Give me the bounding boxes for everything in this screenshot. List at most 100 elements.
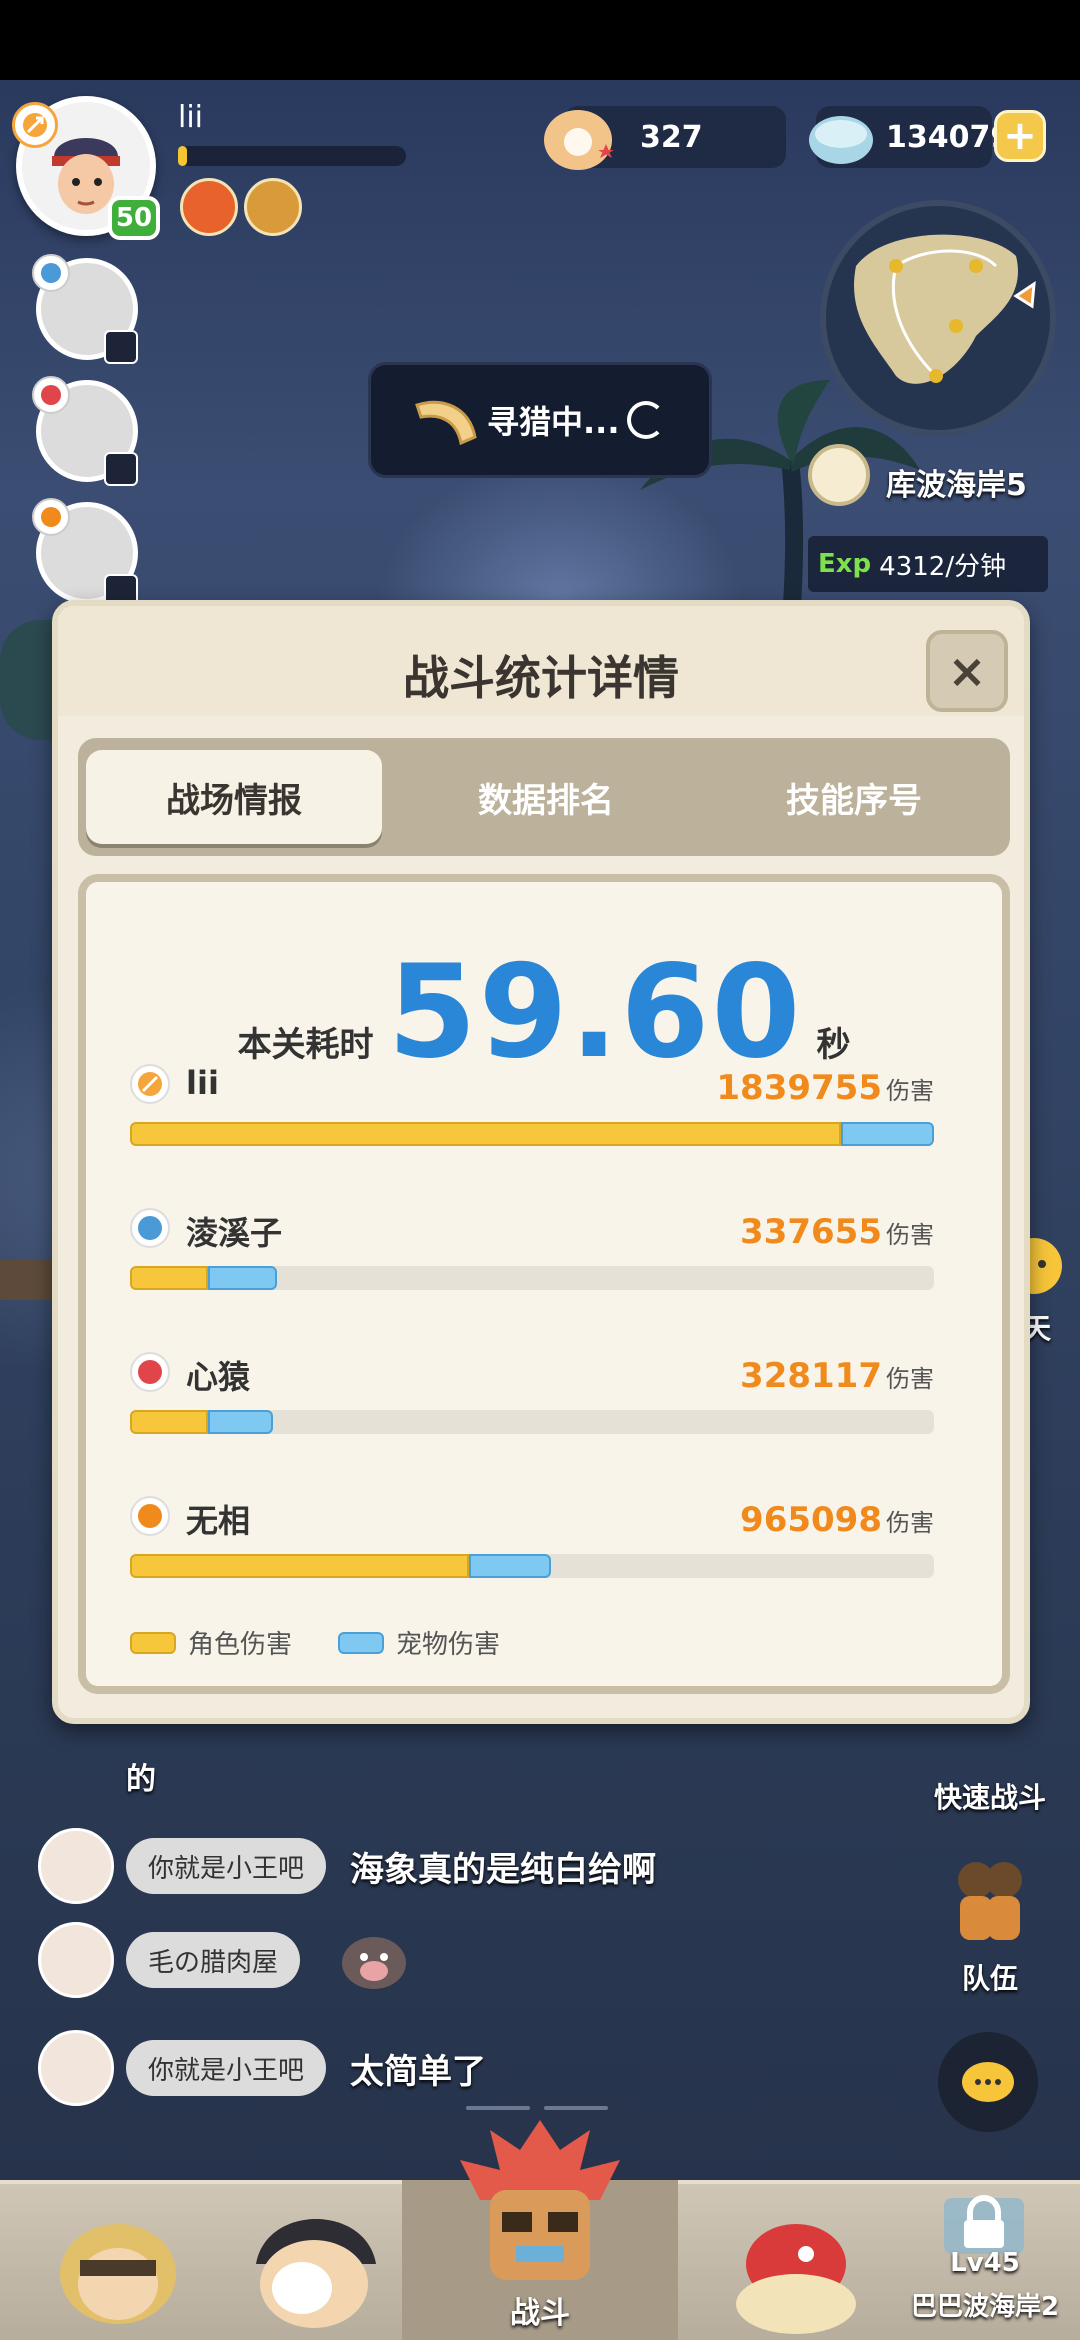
dinosaur-icon [736, 2224, 856, 2334]
tab-skill-order[interactable]: 技能序号 [706, 750, 1002, 844]
boar-sticker-icon [342, 1937, 407, 1989]
legend-pet: 宠物伤害 [338, 1624, 500, 1661]
chat-sender-name[interactable]: 你就是小王吧 [126, 2040, 327, 2096]
damage-bar [130, 1266, 934, 1290]
exp-tag: Exp [818, 549, 872, 579]
damage-row-value: 328117 伤害 [740, 1356, 934, 1396]
hunting-status: 寻猎中... [368, 362, 712, 478]
chat-message: 你就是小王吧 海象真的是纯白给啊 [38, 1828, 656, 1904]
tab-data-ranking[interactable]: 数据排名 [398, 750, 694, 844]
player-name: lii [178, 100, 204, 135]
damage-bar [130, 1554, 934, 1578]
page-indicator-dot [544, 2106, 608, 2110]
damage-row-value: 965098 伤害 [740, 1500, 934, 1540]
damage-unit: 伤害 [886, 1221, 934, 1249]
locked-zone-name: 巴巴波海岸2 [910, 2292, 1060, 2322]
damage-bar [130, 1410, 934, 1434]
chat-message: 你就是小王吧 太简单了 [38, 2030, 486, 2106]
status-bar [0, 0, 1080, 80]
chat-open-button[interactable] [938, 2032, 1038, 2132]
pet-damage-bar [840, 1122, 934, 1146]
stage-time-label: 本关耗时 [237, 1025, 374, 1065]
damage-row-value: 337655 伤害 [740, 1212, 934, 1252]
totem-icon [460, 2120, 620, 2280]
damage-legend: 角色伤害 宠物伤害 [130, 1624, 546, 1661]
battle-intel-panel: 本关耗时 59.60 秒 lii 1839755 伤害 淩溪子 337655 伤害 [78, 874, 1010, 1694]
player-exp-bar [178, 146, 406, 166]
chat-sender-name[interactable]: 毛の腊肉屋 [126, 1932, 301, 1988]
nav-battle-label: 战斗 [510, 2296, 570, 2331]
fire-class-icon [32, 376, 70, 414]
damage-row: 无相 965098 伤害 [130, 1496, 934, 1596]
zone-torch-icon [808, 444, 870, 506]
team-label: 队伍 [961, 1962, 1018, 1995]
chat-sender-name[interactable]: 你就是小王吧 [126, 1838, 327, 1894]
pearl-count: 327 [640, 119, 703, 155]
chat-bubble-icon [962, 2062, 1014, 2102]
chat-avatar[interactable] [38, 2030, 114, 2106]
damage-row: 心猿 328117 伤害 [130, 1352, 934, 1452]
close-button[interactable]: × [926, 630, 1008, 712]
player-level-badge: 50 [108, 196, 160, 240]
claw-class-icon [32, 498, 70, 536]
stage-time-unit: 秒 [816, 1025, 851, 1065]
damage-row-name: 淩溪子 [186, 1214, 283, 1252]
caveman-icon [60, 2224, 176, 2324]
tab-battle-intel[interactable]: 战场情报 [86, 750, 382, 844]
character-damage-bar [130, 1410, 208, 1434]
bow-class-icon [130, 1064, 170, 1104]
water-class-icon [32, 254, 70, 292]
damage-amount: 328117 [740, 1356, 882, 1396]
character-damage-bar [130, 1554, 470, 1578]
minimap[interactable] [820, 200, 1056, 436]
damage-amount: 337655 [740, 1212, 882, 1252]
claw-class-icon [130, 1496, 170, 1536]
damage-row-name: 心猿 [186, 1358, 251, 1396]
damage-unit: 伤害 [886, 1365, 934, 1393]
chat-message: 毛の腊肉屋 [38, 1922, 412, 1998]
character-damage-bar [130, 1122, 841, 1146]
close-icon: × [947, 644, 987, 698]
loading-spinner-icon [627, 401, 666, 439]
buff-icon-axe[interactable] [244, 178, 302, 236]
team-icon [958, 1862, 1022, 1940]
exp-rate-value: 4312/分钟 [879, 551, 1007, 582]
team-button[interactable]: 队伍 [930, 1850, 1050, 1997]
hero-mask-icon [256, 2219, 376, 2328]
pet-damage-bar [207, 1266, 278, 1290]
legend-character-swatch [130, 1631, 176, 1654]
nav-item-character[interactable] [20, 2184, 216, 2340]
buff-icon-fire[interactable] [180, 178, 238, 236]
quick-battle-button[interactable]: 快速战斗 [930, 1776, 1050, 1816]
chat-text: 海象真的是纯白给啊 [350, 1849, 657, 1890]
nav-item-locked-zone[interactable]: Lv45 巴巴波海岸2 [890, 2180, 1080, 2340]
legend-pet-label: 宠物伤害 [396, 1630, 501, 1660]
nav-item-battle[interactable]: 战斗 [402, 2120, 678, 2340]
party-member-sub-icon-2 [104, 452, 138, 486]
damage-row: 淩溪子 337655 伤害 [130, 1208, 934, 1308]
damage-row-name: 无相 [186, 1502, 251, 1540]
locked-level: Lv45 [950, 2248, 1020, 2278]
damage-amount: 1839755 [716, 1068, 882, 1108]
dialog-title: 战斗统计详情 [403, 651, 679, 705]
character-damage-bar [130, 1266, 208, 1290]
chat-text: 太简单了 [350, 2051, 487, 2092]
chat-avatar[interactable] [38, 1922, 114, 1998]
dialog-tabs: 战场情报 数据排名 技能序号 [78, 738, 1010, 856]
damage-unit: 伤害 [886, 1077, 934, 1105]
legend-character: 角色伤害 [130, 1624, 292, 1661]
add-currency-button[interactable]: + [994, 110, 1046, 162]
nav-item-pets[interactable] [216, 2184, 412, 2340]
damage-row-value: 1839755 伤害 [716, 1068, 934, 1108]
plus-icon: + [1003, 113, 1037, 159]
legend-character-label: 角色伤害 [188, 1630, 293, 1660]
exp-rate-display: Exp 4312/分钟 [808, 536, 1048, 592]
damage-amount: 965098 [740, 1500, 882, 1540]
page-indicator-dot [466, 2106, 530, 2110]
water-class-icon [130, 1208, 170, 1248]
zone-name: 库波海岸5 [886, 468, 1027, 503]
party-member-sub-icon-1 [104, 330, 138, 364]
horn-icon [415, 400, 477, 446]
nav-item-dinosaur[interactable] [698, 2184, 894, 2340]
chat-avatar[interactable] [38, 1828, 114, 1904]
